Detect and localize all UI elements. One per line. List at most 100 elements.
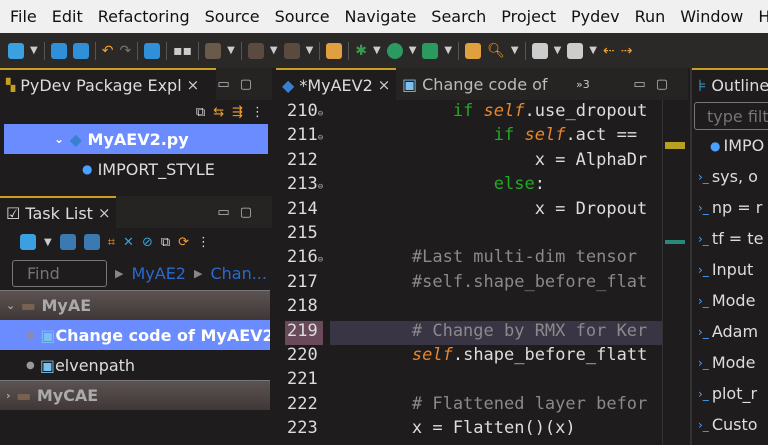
task-item[interactable]: ● ▣ Change code of MyAEV2 t <box>0 320 270 350</box>
outline-item[interactable]: ›_ Mode <box>692 285 768 316</box>
occurrence-marker[interactable] <box>665 142 685 149</box>
overview-ruler[interactable] <box>662 100 688 445</box>
tab-task-list[interactable]: ☑ Task List × <box>0 196 116 228</box>
code-line[interactable]: # Change by RMX for Ker <box>330 321 662 345</box>
fold-icon[interactable]: ⊖ <box>318 109 323 119</box>
new-task-icon[interactable] <box>20 234 36 250</box>
redo-icon[interactable]: ↷ <box>119 43 131 59</box>
code-line[interactable]: #self.shape_before_flat <box>330 272 662 296</box>
debug-icon[interactable]: ✱ <box>355 43 367 59</box>
code-line[interactable]: x = Dropout <box>330 199 662 223</box>
annotation-icon[interactable] <box>531 42 548 59</box>
menu-refactoring[interactable]: Refactoring <box>98 7 190 26</box>
category-myae[interactable]: ⌄ ▬ MyAE <box>0 290 270 320</box>
sync-icon[interactable]: ⟳ <box>178 235 189 250</box>
menu-window[interactable]: Window <box>680 7 743 26</box>
close-icon[interactable]: × <box>378 76 391 94</box>
tab-package-explorer[interactable]: ▚ PyDev Package Expl × <box>0 68 216 100</box>
outline-item[interactable]: ›_ sys, o <box>692 161 768 192</box>
collapse-all-icon[interactable]: ⧉ <box>161 235 170 250</box>
block-icon[interactable] <box>205 42 222 59</box>
menu-run[interactable]: Run <box>635 7 666 26</box>
code-line[interactable]: if self.use_dropout <box>330 101 662 125</box>
outline-item[interactable]: ● IMPO <box>692 130 768 161</box>
search-icon[interactable]: 🔍︎ <box>487 43 505 59</box>
breadcrumb-link[interactable]: Chan... <box>210 264 267 283</box>
save-all-icon[interactable] <box>72 42 89 59</box>
code-line[interactable] <box>330 369 662 393</box>
menu-file[interactable]: File <box>10 7 37 26</box>
close-icon[interactable]: × <box>187 76 200 94</box>
code-line[interactable] <box>330 223 662 247</box>
hide-completed-icon[interactable]: ✕ <box>123 235 134 250</box>
menu-pydev[interactable]: Pydev <box>571 7 620 26</box>
run-icon[interactable] <box>386 42 403 59</box>
breadcrumb-link[interactable]: MyAE2 <box>131 264 186 283</box>
outline-item[interactable]: ›_ plot_r <box>692 378 768 409</box>
code-line[interactable]: x = AlphaDr <box>330 150 662 174</box>
tree-item-import-style[interactable]: ● IMPORT_STYLE <box>0 154 272 184</box>
minimize-maximize[interactable]: ▭▢ <box>633 77 688 92</box>
code-line[interactable]: if self.act == <box>330 125 662 149</box>
code-line[interactable]: #Last multi-dim tensor <box>330 247 662 271</box>
folder-add-icon[interactable] <box>247 42 264 59</box>
menu-source[interactable]: Source <box>275 7 330 26</box>
code-line[interactable]: x = Flatten()(x) <box>330 418 662 442</box>
view-menu-icon[interactable]: ⋮ <box>197 235 210 250</box>
code-line[interactable]: # Flattened layer befor <box>330 394 662 418</box>
menu-help[interactable]: Help <box>758 7 768 26</box>
outline-filter-input[interactable] <box>694 102 768 130</box>
filter-icon[interactable]: ⇶ <box>232 105 243 120</box>
forward-icon[interactable]: ⇢ <box>621 43 633 59</box>
find-input[interactable] <box>12 259 107 287</box>
task-item[interactable]: ● ▣ elvenpath <box>0 350 272 380</box>
menu-edit[interactable]: Edit <box>52 7 83 26</box>
toggle-icon[interactable]: ▪▪ <box>173 43 192 59</box>
outline-item[interactable]: ›_ Adam <box>692 316 768 347</box>
view-menu-icon[interactable]: ⋮ <box>251 105 264 120</box>
menu-search[interactable]: Search <box>431 7 486 26</box>
link-editor-icon[interactable]: ⇆ <box>213 105 224 120</box>
categorized-icon[interactable] <box>59 234 76 250</box>
task-icon: ▣ <box>39 355 55 375</box>
focus-icon[interactable]: ⌗ <box>108 235 115 250</box>
menu-source[interactable]: Source <box>205 7 260 26</box>
outline-item[interactable]: ›_ np = r <box>692 192 768 223</box>
open-task-icon[interactable] <box>465 42 482 59</box>
scheduled-icon[interactable] <box>83 234 100 250</box>
outline-item[interactable]: ›_ Custo <box>692 409 768 440</box>
code-line[interactable]: else: <box>330 174 662 198</box>
back-icon[interactable]: ⇠ <box>603 43 615 59</box>
tab-overflow[interactable]: »3 <box>576 78 590 91</box>
coverage-icon[interactable] <box>422 42 439 59</box>
edit-icon[interactable] <box>567 42 584 59</box>
tab-change-code[interactable]: ▣ Change code of <box>396 68 576 100</box>
minimize-maximize[interactable]: ▭▢ <box>217 77 272 92</box>
code-line[interactable] <box>330 296 662 320</box>
change-marker[interactable] <box>665 240 685 244</box>
outline-item[interactable]: ›_ Mode <box>692 347 768 378</box>
outline-item[interactable]: ›_ tf = te <box>692 223 768 254</box>
collapse-all-icon[interactable]: ⧉ <box>196 105 205 120</box>
menu-navigate[interactable]: Navigate <box>345 7 417 26</box>
fold-icon[interactable]: ⊖ <box>318 133 323 143</box>
menu-project[interactable]: Project <box>501 7 556 26</box>
fold-icon[interactable]: ⊖ <box>318 182 323 192</box>
category-mycae[interactable]: › ▬ MyCAE <box>0 380 270 410</box>
tab-myaev2[interactable]: ◆ *MyAEV2 × <box>276 68 396 100</box>
open-type-icon[interactable] <box>326 42 343 59</box>
tab-outline[interactable]: ⊧ Outline <box>692 68 768 100</box>
close-icon[interactable]: × <box>98 204 111 222</box>
outline-item[interactable]: ›_ Input <box>692 254 768 285</box>
folder-remove-icon[interactable] <box>283 42 300 59</box>
tree-item-myaev2[interactable]: ⌄ ◆ MyAEV2.py <box>4 124 268 154</box>
fold-icon[interactable]: ⊖ <box>318 255 323 265</box>
minimize-maximize[interactable]: ▭▢ <box>217 205 272 220</box>
undo-icon[interactable]: ↶ <box>102 43 114 59</box>
task-icon: ▣ <box>402 74 418 94</box>
save-icon[interactable] <box>50 42 67 59</box>
filter-icon[interactable]: ⊘ <box>142 235 153 250</box>
console-icon[interactable] <box>144 42 161 59</box>
new-icon[interactable] <box>8 42 24 59</box>
code-line[interactable]: self.shape_before_flatt <box>330 345 662 369</box>
